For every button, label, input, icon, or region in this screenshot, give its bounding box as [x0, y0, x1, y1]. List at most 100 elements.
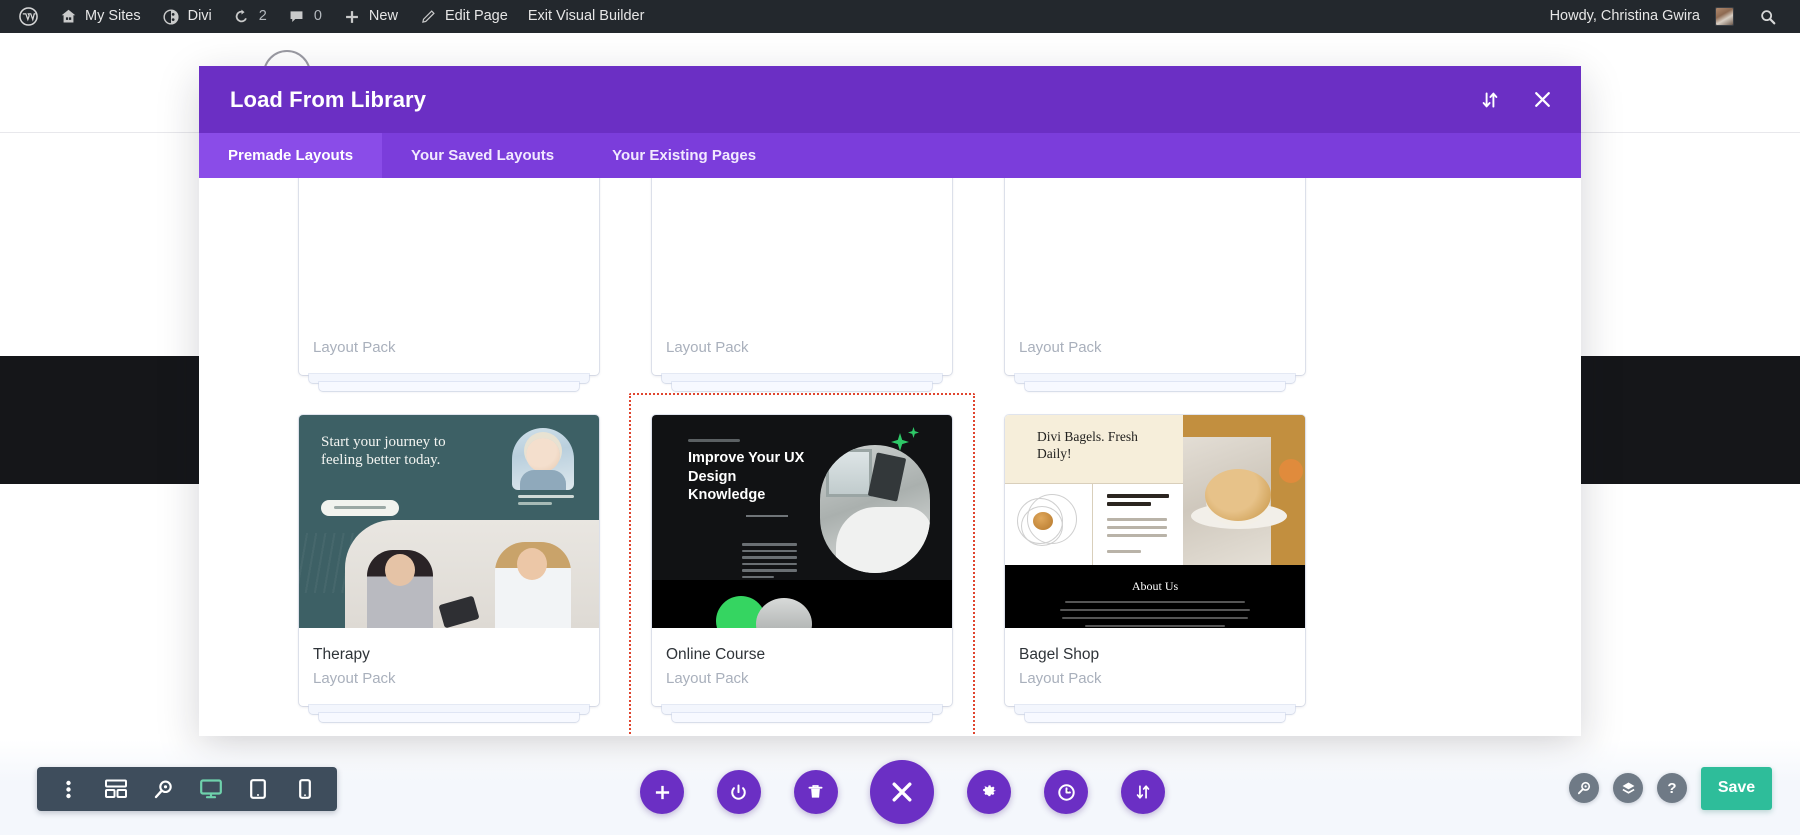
- layout-card-body: Layout Pack: [1005, 178, 1305, 375]
- tablet-icon[interactable]: [241, 772, 275, 806]
- layout-card-title: Bagel Shop: [1019, 646, 1100, 663]
- new-content-menu[interactable]: New: [332, 0, 408, 33]
- thumb-orange: [1279, 459, 1303, 483]
- search-icon[interactable]: [1569, 773, 1599, 803]
- layout-thumbnail: [652, 178, 952, 316]
- edit-page-label: Edit Page: [444, 8, 508, 24]
- history-clock-icon[interactable]: [1044, 770, 1089, 814]
- avatar: [1715, 7, 1734, 26]
- power-toggle-icon[interactable]: [716, 770, 761, 814]
- thumb-headline: Start your journey to feeling better tod…: [321, 434, 446, 469]
- layout-card[interactable]: Layout Pack: [1005, 178, 1305, 391]
- admin-bar-left: My Sites Divi 2 0 New Edit Page Exit Vis…: [0, 0, 654, 33]
- thumb-subheadline: [1107, 494, 1169, 498]
- screen: My Sites Divi 2 0 New Edit Page Exit Vis…: [0, 0, 1800, 835]
- layout-card-online-course[interactable]: Improve Your UX Design Knowledge Online …: [629, 392, 975, 736]
- layout-card[interactable]: Layout Pack: [652, 178, 952, 391]
- exit-visual-builder-menu[interactable]: Exit Visual Builder: [518, 0, 655, 33]
- thumb-caption: [518, 495, 574, 509]
- comments-count: 0: [313, 8, 322, 24]
- layout-card-therapy[interactable]: Start your journey to feeling better tod…: [299, 415, 599, 723]
- layout-card-body: Start your journey to feeling better tod…: [299, 415, 599, 707]
- layout-card[interactable]: Layout Pack: [299, 178, 599, 391]
- card-stack-layer: [672, 382, 932, 391]
- admin-bar-right: Howdy, Christina Gwira: [1540, 0, 1800, 33]
- my-sites-menu[interactable]: My Sites: [48, 0, 151, 33]
- close-icon[interactable]: [1529, 87, 1555, 113]
- layout-card-subtitle: Layout Pack: [313, 339, 396, 356]
- modal-tabs: Premade Layouts Your Saved Layouts Your …: [199, 133, 1581, 178]
- thumb-text-box: [1093, 483, 1183, 565]
- trash-icon[interactable]: [793, 770, 838, 814]
- card-stack-layer: [319, 382, 579, 391]
- thumb-dark-band: About Us: [1005, 565, 1305, 628]
- builder-view-mode-bar: [37, 767, 337, 811]
- thumb-rings-box: [1005, 483, 1093, 565]
- edit-page-menu[interactable]: Edit Page: [408, 0, 518, 33]
- layout-card-subtitle: Layout Pack: [313, 670, 396, 688]
- my-sites-label: My Sites: [85, 8, 141, 24]
- help-icon-glyph: ?: [1667, 779, 1677, 797]
- layout-card-subtitle: Layout Pack: [1019, 339, 1102, 356]
- phone-icon[interactable]: [288, 772, 322, 806]
- save-button[interactable]: Save: [1701, 766, 1772, 810]
- exit-visual-builder-label: Exit Visual Builder: [527, 8, 645, 24]
- portability-icon[interactable]: [1120, 770, 1165, 814]
- divi-menu[interactable]: Divi: [151, 0, 222, 33]
- thumb-kicker: [688, 439, 740, 442]
- layers-icon[interactable]: [1613, 773, 1643, 803]
- comments-menu[interactable]: 0: [277, 0, 332, 33]
- thumb-tablet: [438, 595, 480, 628]
- thumb-headline-box: Divi Bagels. Fresh Daily!: [1005, 415, 1183, 483]
- layout-card-meta: Bagel Shop Layout Pack: [1005, 628, 1305, 706]
- layout-card-subtitle: Layout Pack: [666, 670, 749, 688]
- tab-your-saved-layouts[interactable]: Your Saved Layouts: [382, 133, 583, 178]
- wp-admin-bar: My Sites Divi 2 0 New Edit Page Exit Vis…: [0, 0, 1800, 33]
- layout-card-bagel-shop[interactable]: Divi Bagels. Fresh Daily! About Us Bagel…: [1005, 415, 1305, 723]
- search-icon: [1758, 7, 1778, 27]
- thumb-sparkle-icon: [908, 427, 919, 438]
- sort-arrows-icon[interactable]: [1477, 87, 1503, 113]
- layout-thumbnail-therapy: Start your journey to feeling better tod…: [299, 415, 599, 628]
- desktop-icon[interactable]: [194, 772, 228, 806]
- admin-search-button[interactable]: [1744, 7, 1790, 27]
- layout-card-meta: Layout Pack: [652, 316, 952, 375]
- layout-card-body: Layout Pack: [652, 178, 952, 375]
- thumb-headline: Divi Bagels. Fresh Daily!: [1037, 429, 1138, 461]
- pencil-icon: [418, 7, 438, 27]
- thumb-portrait: [512, 428, 574, 490]
- layout-card-body: Improve Your UX Design Knowledge Online …: [652, 415, 952, 707]
- thumb-person: [367, 550, 433, 628]
- my-sites-icon: [58, 7, 78, 27]
- more-options-icon[interactable]: [52, 772, 86, 806]
- layout-card-title: Therapy: [313, 646, 370, 663]
- updates-count: 2: [258, 8, 267, 24]
- thumb-button: [321, 500, 399, 516]
- help-icon[interactable]: ?: [1657, 773, 1687, 803]
- thumb-subheadline: [1107, 502, 1151, 506]
- new-label: New: [368, 8, 398, 24]
- wireframe-icon[interactable]: [99, 772, 133, 806]
- tab-your-saved-layouts-label: Your Saved Layouts: [411, 147, 555, 164]
- zoom-out-icon[interactable]: [146, 772, 180, 806]
- close-builder-icon[interactable]: [870, 760, 935, 824]
- updates-menu[interactable]: 2: [222, 0, 277, 33]
- wordpress-logo-menu[interactable]: [8, 0, 48, 33]
- tab-your-existing-pages-label: Your Existing Pages: [612, 147, 757, 164]
- add-section-icon[interactable]: [640, 770, 684, 814]
- thumb-paragraph: [742, 543, 797, 582]
- thumb-book: [867, 452, 907, 502]
- layout-card-title: Online Course: [666, 646, 766, 663]
- layout-grid-scroll-area[interactable]: Layout Pack Layout Pack Layout Pack Star…: [199, 178, 1581, 736]
- modal-header: Load From Library: [199, 66, 1581, 133]
- tab-your-existing-pages[interactable]: Your Existing Pages: [583, 133, 785, 178]
- settings-gear-icon[interactable]: [967, 770, 1012, 814]
- thumb-arm: [836, 507, 930, 573]
- tab-premade-layouts[interactable]: Premade Layouts: [199, 133, 383, 178]
- card-stack-layer: [672, 713, 932, 723]
- thumb-accent: [1271, 415, 1305, 565]
- thumb-photo: [345, 520, 599, 628]
- account-menu[interactable]: Howdy, Christina Gwira: [1540, 0, 1744, 33]
- howdy-label: Howdy, Christina Gwira: [1549, 8, 1700, 24]
- layout-card-body: Layout Pack: [299, 178, 599, 375]
